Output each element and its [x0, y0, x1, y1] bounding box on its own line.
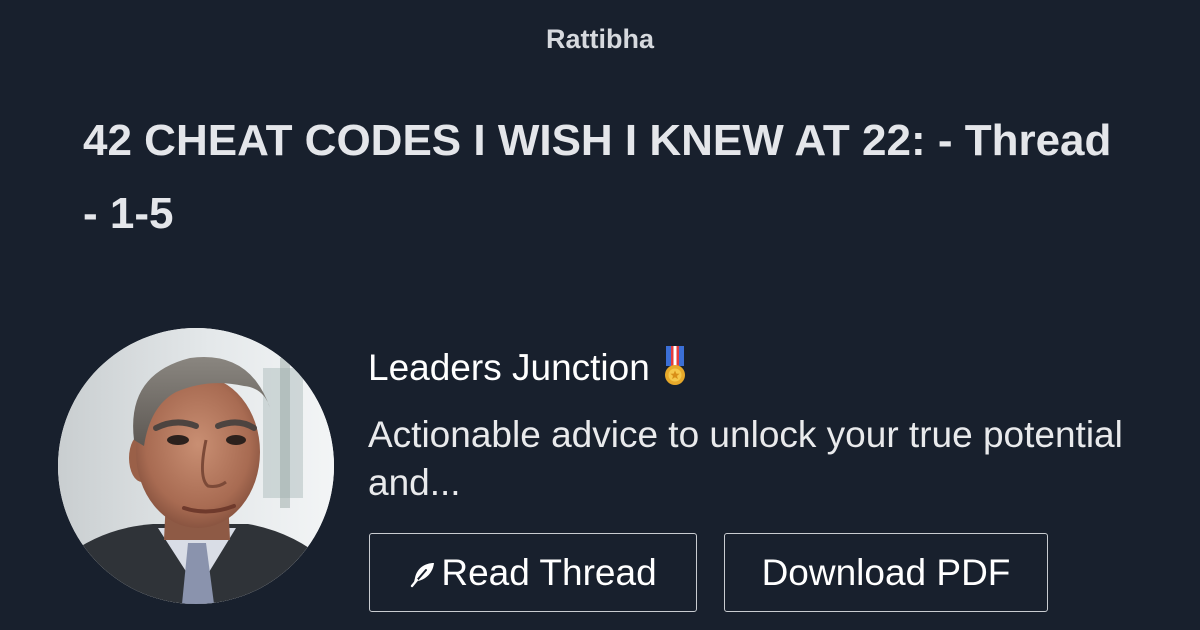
feather-icon	[409, 555, 437, 597]
thread-title: 42 CHEAT CODES I WISH I KNEW AT 22: - Th…	[83, 116, 1112, 238]
military-medal-icon	[662, 346, 688, 398]
author-name-text: Leaders Junction	[368, 347, 650, 388]
read-thread-button[interactable]: Read Thread	[369, 533, 697, 612]
author-avatar[interactable]	[58, 328, 334, 604]
author-name[interactable]: Leaders Junction	[368, 344, 688, 398]
site-name: Rattibha	[546, 24, 654, 54]
download-pdf-button[interactable]: Download PDF	[724, 533, 1048, 612]
read-thread-label: Read Thread	[441, 551, 657, 593]
download-pdf-label: Download PDF	[761, 551, 1011, 593]
author-bio: Actionable advice to unlock your true po…	[368, 414, 1123, 503]
